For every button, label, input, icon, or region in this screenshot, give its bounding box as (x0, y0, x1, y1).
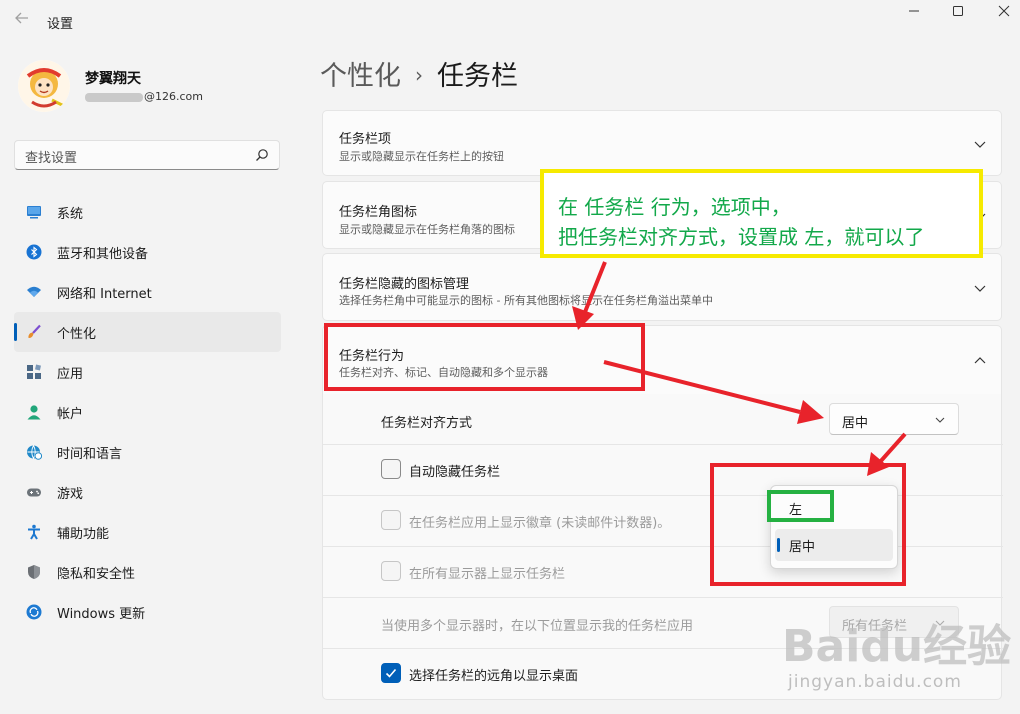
arrow-line (878, 432, 907, 464)
arrow-head (797, 400, 824, 424)
arrow-line (603, 360, 801, 414)
arrow-line (583, 261, 607, 313)
watermark-logo: Baidu经验 (782, 621, 1012, 672)
watermark: Baidu经验 jingyan.baidu.com (782, 600, 1012, 710)
arrow-head (572, 306, 594, 330)
watermark-url: jingyan.baidu.com (788, 672, 962, 692)
